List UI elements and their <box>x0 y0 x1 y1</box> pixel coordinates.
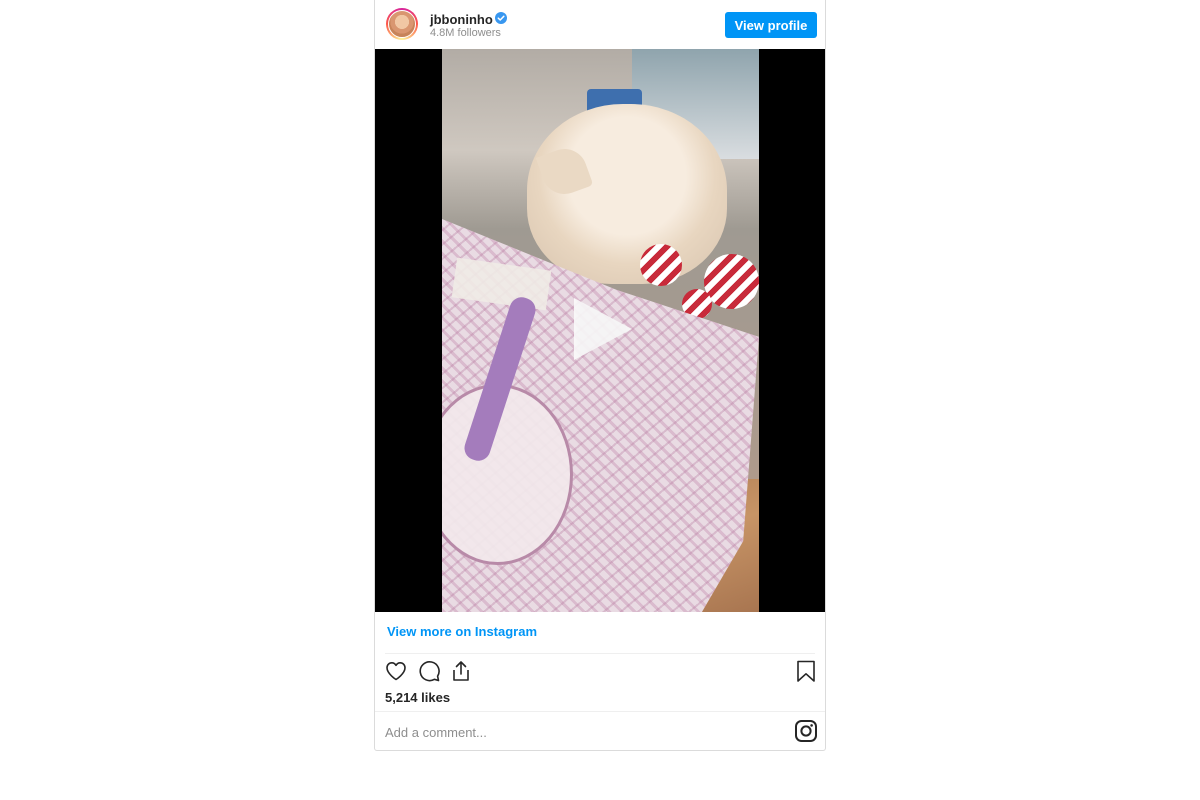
verified-badge-icon <box>495 12 507 24</box>
kitten <box>527 104 727 284</box>
avatar-story-ring[interactable] <box>386 8 418 40</box>
comment-icon[interactable] <box>417 659 441 683</box>
share-icon[interactable] <box>449 659 473 683</box>
view-more-link[interactable]: View more on Instagram <box>387 624 537 639</box>
avatar[interactable] <box>388 10 416 38</box>
post-header: jbboninho 4.8M followers View profile <box>375 0 825 49</box>
ornament <box>704 254 759 309</box>
instagram-embed: jbboninho 4.8M followers View profile Vi… <box>374 0 826 751</box>
follower-count: 4.8M followers <box>430 27 501 39</box>
instagram-logo-icon[interactable] <box>794 719 818 743</box>
ornament <box>640 244 682 286</box>
divider <box>375 711 825 712</box>
video-player[interactable] <box>375 49 825 612</box>
comment-input[interactable] <box>385 723 785 741</box>
heart-icon[interactable] <box>384 659 408 683</box>
divider <box>385 653 815 654</box>
like-count[interactable]: 5,214 likes <box>385 690 450 705</box>
username[interactable]: jbboninho <box>430 12 493 27</box>
bookmark-icon[interactable] <box>794 659 818 683</box>
view-profile-button[interactable]: View profile <box>725 12 817 38</box>
